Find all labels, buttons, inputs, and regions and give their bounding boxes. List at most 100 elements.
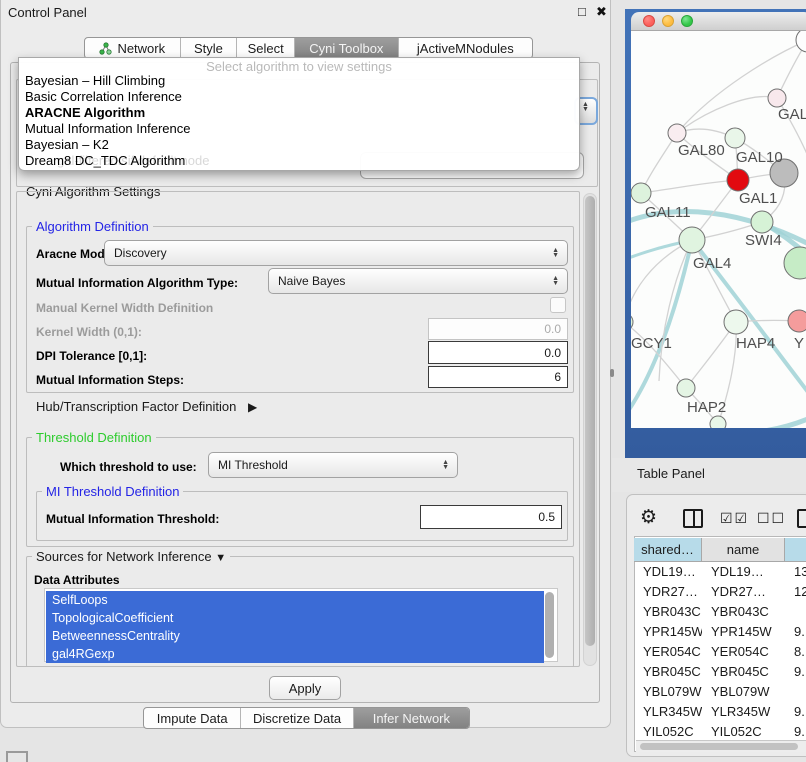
table-cell: YIL052C (634, 722, 702, 740)
kernel-width-field[interactable]: 0.0 (428, 318, 568, 340)
network-edge[interactable] (677, 97, 777, 133)
table-row[interactable]: YBL079WYBL079W (634, 682, 806, 702)
data-attributes-label: Data Attributes (34, 573, 120, 587)
network-node[interactable] (751, 211, 773, 233)
tab-select[interactable]: Select (236, 38, 294, 58)
mac-minimize-button[interactable] (662, 15, 674, 27)
column-header-shared-name[interactable]: shared… (634, 538, 702, 562)
screen: Control Panel □ ✖ Network Style Select C… (0, 0, 806, 762)
table-cell: YDR27… (634, 582, 702, 602)
network-window: GALGAL80GAL10GAL1GAL11SWI4GAL4GCY1HAP4YH… (631, 12, 806, 428)
table-cell: 13 (785, 562, 806, 582)
column-header-name[interactable]: name (702, 538, 785, 562)
mi-threshold-label: Mutual Information Threshold: (46, 512, 219, 526)
table-cell: YBL079W (634, 682, 702, 702)
columns-icon[interactable] (683, 509, 703, 528)
table-row[interactable]: YPR145WYPR145W9. (634, 622, 806, 642)
column-header-partial[interactable] (785, 538, 806, 562)
network-node[interactable] (788, 310, 806, 332)
mi-type-combo[interactable]: Naive Bayes ▲▼ (268, 268, 568, 294)
mi-threshold-field[interactable]: 0.5 (420, 505, 562, 529)
disclosure-down-icon: ▼ (215, 552, 226, 564)
list-item-selfloops[interactable]: SelfLoops (46, 591, 544, 609)
table-row[interactable]: YDR27…YDR27…12 (634, 582, 806, 602)
aracne-mode-combo[interactable]: Discovery ▲▼ (104, 240, 568, 266)
apply-button[interactable]: Apply (269, 676, 341, 700)
table-row[interactable]: YBR045CYBR045C9. (634, 662, 806, 682)
which-threshold-combo[interactable]: MI Threshold ▲▼ (208, 452, 458, 478)
dpi-tolerance-field[interactable]: 0.0 (428, 341, 568, 364)
table-row[interactable]: YDL19…YDL19…13 (634, 562, 806, 582)
popup-item-bayesian-k2[interactable]: Bayesian – K2 (19, 137, 579, 153)
table-hscrollbar-track[interactable] (636, 740, 806, 752)
close-icon[interactable]: ✖ (596, 4, 607, 20)
list-scrollbar-thumb[interactable] (545, 592, 554, 658)
table-cell: YER054C (634, 642, 702, 662)
network-node[interactable] (724, 310, 748, 334)
network-node-label: GAL80 (678, 142, 725, 159)
list-item-topologicalcoefficient[interactable]: TopologicalCoefficient (46, 609, 544, 627)
table-row[interactable]: YBR043CYBR043C (634, 602, 806, 622)
tab-style[interactable]: Style (180, 38, 237, 58)
control-panel-titlebar[interactable]: Control Panel □ ✖ (0, 0, 611, 24)
tab-discretize-data[interactable]: Discretize Data (240, 708, 352, 728)
network-node[interactable] (677, 379, 695, 397)
popup-item-aracne[interactable]: ARACNE Algorithm (19, 105, 579, 121)
network-node-label: GAL10 (736, 149, 783, 166)
deselect-all-icon[interactable]: ☐☐ (757, 510, 786, 527)
popup-item-mutual-information[interactable]: Mutual Information Inference (19, 121, 579, 137)
select-all-icon[interactable]: ☑☑ (720, 510, 749, 527)
float-window-icon[interactable]: □ (578, 4, 586, 19)
hub-definition-label: Hub/Transcription Factor Definition (36, 399, 236, 414)
algorithm-definition-title: Algorithm Definition (32, 220, 153, 233)
threshold-definition-title: Threshold Definition (32, 431, 156, 444)
network-node[interactable] (784, 247, 806, 279)
network-canvas[interactable]: GALGAL80GAL10GAL1GAL11SWI4GAL4GCY1HAP4YH… (631, 31, 806, 428)
network-node[interactable] (668, 124, 686, 142)
tab-cyni-toolbox[interactable]: Cyni Toolbox (294, 38, 398, 58)
popup-item-basic-correlation[interactable]: Basic Correlation Inference (19, 89, 579, 105)
table-row[interactable]: YER054CYER054C8. (634, 642, 806, 662)
table-cell: YDR27… (702, 582, 785, 602)
table-cell: YIL052C (702, 722, 785, 740)
network-node[interactable] (679, 227, 705, 253)
mac-zoom-button[interactable] (681, 15, 693, 27)
network-node[interactable] (796, 31, 806, 52)
sources-disclosure[interactable]: Sources for Network Inference ▼ (32, 549, 230, 564)
table-cell: 9. (785, 662, 806, 682)
network-node-label: GAL11 (645, 204, 691, 221)
hub-definition-disclosure[interactable]: Hub/Transcription Factor Definition ▶ (36, 399, 257, 414)
popup-item-bayesian-hill-climbing[interactable]: Bayesian – Hill Climbing (19, 73, 579, 89)
network-edge[interactable] (692, 240, 736, 322)
list-item-betweennesscentrality[interactable]: BetweennessCentrality (46, 627, 544, 645)
network-window-titlebar[interactable] (631, 12, 806, 31)
network-node[interactable] (710, 416, 726, 428)
network-node[interactable] (725, 128, 745, 148)
table-row[interactable]: YLR345WYLR345W9. (634, 702, 806, 722)
network-node[interactable] (768, 89, 786, 107)
mi-steps-field[interactable]: 6 (428, 366, 568, 388)
settings-scrollbar-thumb[interactable] (585, 196, 595, 646)
page-icon[interactable] (797, 509, 806, 528)
network-edge[interactable] (641, 180, 738, 193)
network-node-label: GAL1 (739, 190, 777, 207)
manual-kernel-checkbox[interactable] (550, 297, 566, 313)
table-cell: YBL079W (702, 682, 785, 702)
tab-network[interactable]: Network (85, 38, 180, 58)
network-node[interactable] (631, 183, 651, 203)
tab-jactivemnodules[interactable]: jActiveMNodules (398, 38, 532, 58)
mac-close-button[interactable] (643, 15, 655, 27)
settings-scrollbar-track[interactable] (583, 193, 597, 666)
table-hscrollbar-thumb[interactable] (640, 743, 798, 750)
tab-impute-data[interactable]: Impute Data (144, 708, 240, 728)
network-node-label: GAL4 (693, 255, 731, 272)
table-row[interactable]: YIL052CYIL052C9. (634, 722, 806, 740)
list-item-gal4rgexp[interactable]: gal4RGexp (46, 645, 544, 663)
split-pane-grip[interactable] (610, 369, 614, 377)
gear-icon[interactable]: ⚙ (640, 506, 657, 529)
network-node[interactable] (727, 169, 749, 191)
dock-fragment-icon[interactable] (6, 751, 28, 762)
popup-item-dream8[interactable]: Dream8 DC_TDC Algorithm (19, 153, 579, 169)
tab-infer-network[interactable]: Infer Network (353, 708, 469, 728)
control-panel-tabs: Network Style Select Cyni Toolbox jActiv… (84, 37, 533, 59)
